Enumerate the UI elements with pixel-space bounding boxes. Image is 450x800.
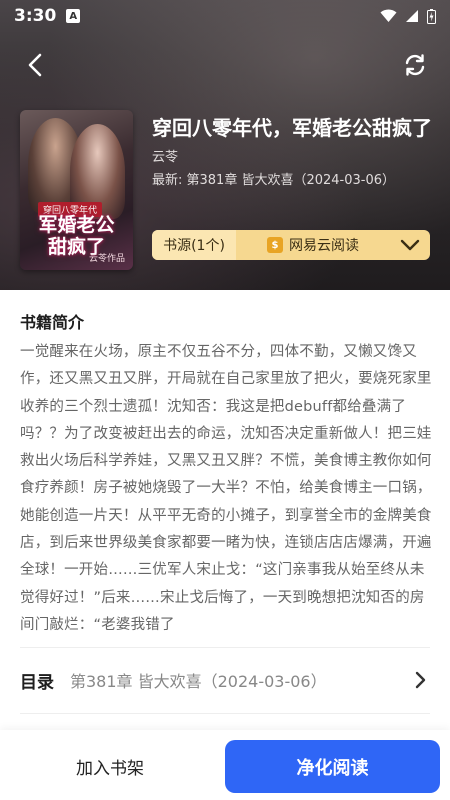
back-button[interactable] bbox=[20, 50, 50, 80]
refresh-icon bbox=[405, 54, 425, 76]
latest-chapter: 最新: 第381章 皆大欢喜（2024-03-06） bbox=[152, 173, 396, 188]
toc-label: 目录 bbox=[20, 672, 54, 693]
toc-latest-chapter: 第381章 皆大欢喜（2024-03-06） bbox=[70, 672, 327, 691]
read-button[interactable]: 净化阅读 bbox=[225, 740, 440, 793]
status-bar: 3:30 A bbox=[0, 0, 450, 32]
chevron-left-icon bbox=[28, 53, 42, 77]
add-to-shelf-button[interactable]: 加入书架 bbox=[20, 740, 200, 793]
book-cover[interactable]: 穿回八零年代 军婚老公 甜疯了 云苓作品 bbox=[20, 110, 133, 270]
chevron-down-icon bbox=[400, 239, 420, 251]
source-name: $ 网易云阅读 bbox=[236, 235, 390, 255]
intro-heading: 书籍简介 bbox=[20, 313, 85, 332]
source-dropdown-button[interactable] bbox=[390, 239, 430, 251]
source-count-label: 书源(1个) bbox=[152, 230, 236, 260]
bottom-action-bar: 加入书架 净化阅读 bbox=[0, 730, 450, 800]
divider bbox=[20, 713, 430, 714]
book-author[interactable]: 云苓 bbox=[152, 146, 178, 165]
source-name-label: 网易云阅读 bbox=[289, 238, 359, 254]
status-time: 3:30 bbox=[14, 6, 57, 26]
coin-icon: $ bbox=[267, 237, 283, 253]
notification-icon: A bbox=[66, 9, 81, 23]
cover-author: 云苓作品 bbox=[88, 254, 125, 264]
book-title: 穿回八零年代，军婚老公甜疯了 bbox=[152, 116, 432, 140]
intro-text[interactable]: 一觉醒来在火场，原主不仅五谷不分，四体不勤，又懒又馋又作，还又黑又丑又胖，开局就… bbox=[20, 339, 432, 639]
battery-icon bbox=[427, 8, 436, 24]
chevron-right-icon bbox=[410, 670, 430, 690]
toc-row[interactable]: 目录 第381章 皆大欢喜（2024-03-06） bbox=[20, 648, 430, 712]
signal-icon bbox=[406, 10, 418, 22]
refresh-button[interactable] bbox=[400, 50, 430, 80]
wifi-icon bbox=[380, 9, 397, 22]
cover-title-line: 军婚老公 bbox=[38, 214, 115, 236]
book-header: 3:30 A 穿回八零年代 军婚老公 甜疯了 云苓作品 穿回八零年代，军婚老公甜… bbox=[0, 0, 450, 290]
source-selector[interactable]: 书源(1个) $ 网易云阅读 bbox=[152, 230, 430, 260]
